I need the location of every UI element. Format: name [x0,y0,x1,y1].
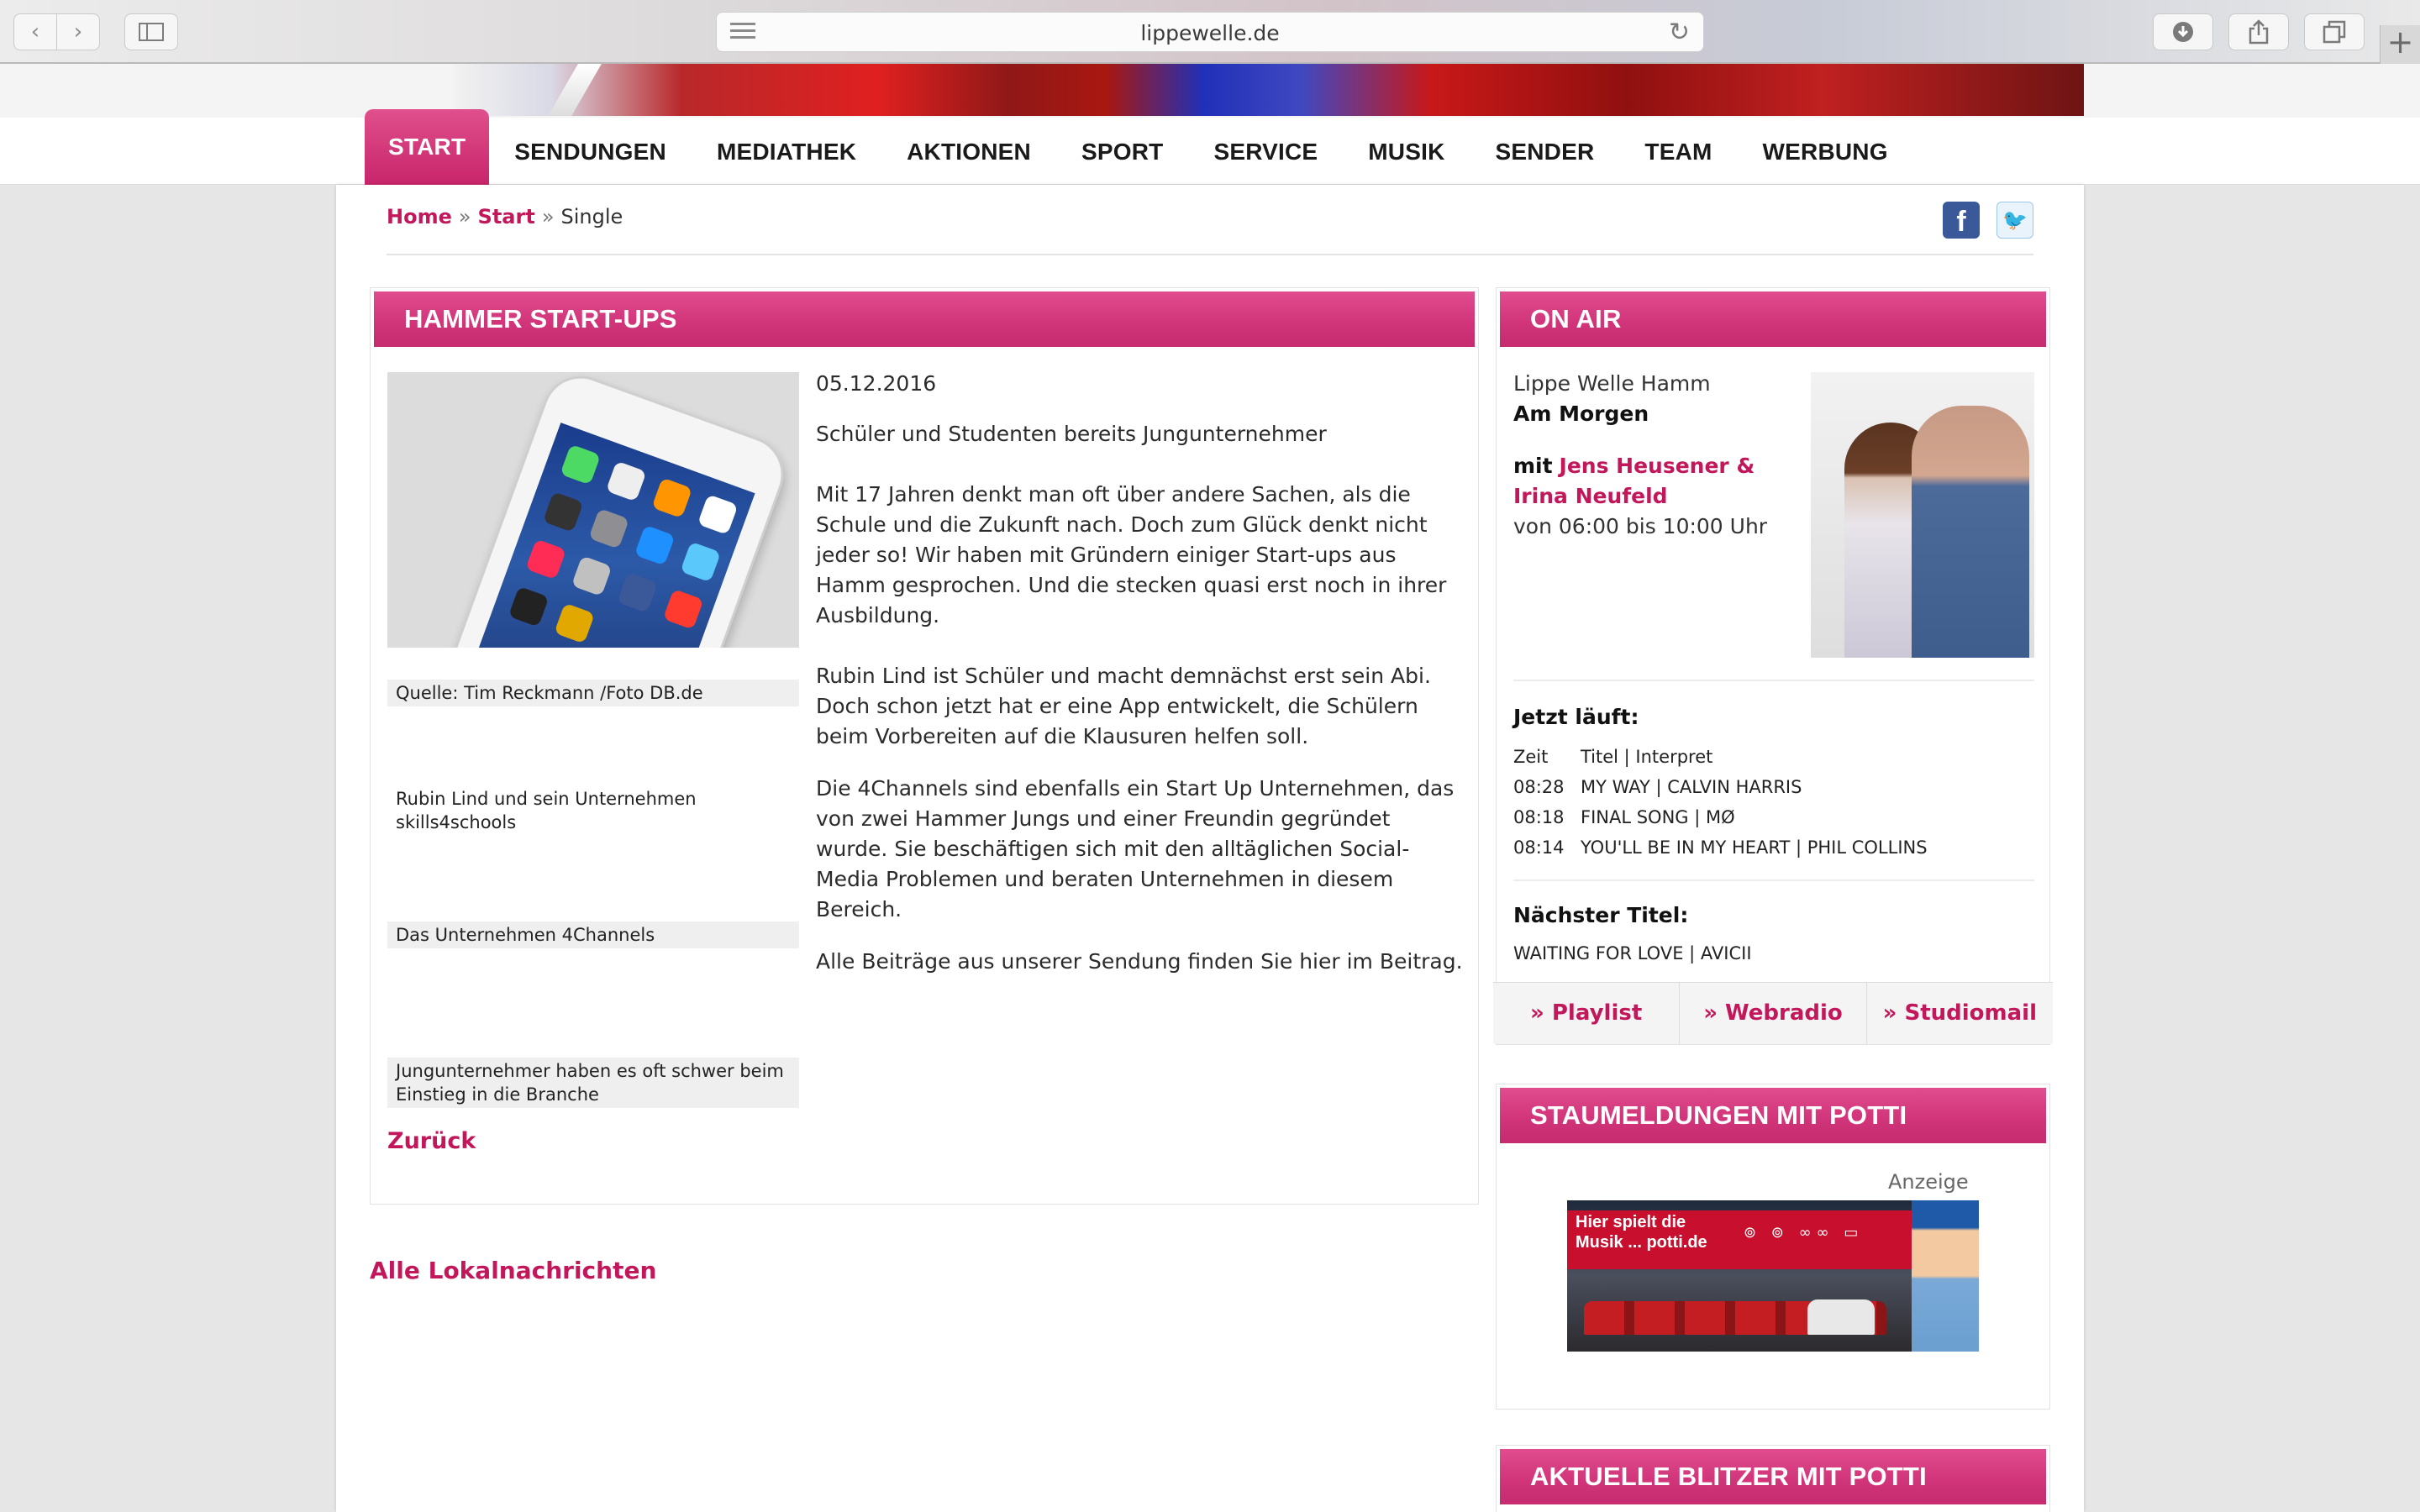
ad-text: Musik ... potti.de [1576,1233,1707,1252]
webradio-link[interactable]: » Webradio [1680,983,1867,1044]
image-caption: Das Unternehmen 4Channels [387,921,799,948]
forward-button[interactable]: › [56,13,100,50]
nav-item-mediathek[interactable]: MEDIATHEK [692,119,881,185]
potti-ad-banner[interactable]: Hier spielt die Musik ... potti.de ⊚ ⊚ ∞∞… [1567,1200,1979,1352]
nav-item-sendungen[interactable]: SENDUNGEN [489,119,692,185]
traffic-title: STAUMELDUNGEN MIT POTTI [1500,1088,2046,1143]
sidebar-toggle-button[interactable] [124,13,178,50]
hosts-photo [1811,372,2034,658]
nav-item-start[interactable]: START [365,109,490,185]
playlist: Zeit Titel | Interpret 08:28 MY WAY | CALV… [1513,742,1928,863]
plus-icon: + [2386,24,2414,60]
traffic-box: STAUMELDUNGEN MIT POTTI Anzeige Hier spi… [1496,1084,2050,1410]
show-name: Am Morgen [1513,402,1649,426]
next-song-label: Nächster Titel: [1513,903,1689,927]
back-button[interactable]: ‹ [13,13,57,50]
article-image[interactable] [387,372,799,648]
page-content: Home»Start»Single f 🐦 HAMMER START-UPS [336,185,2084,1512]
divider [387,254,2033,255]
address-bar[interactable]: lippewelle.de ↻ [716,12,1704,52]
next-song: WAITING FOR LOVE | AVICII [1513,943,1752,963]
image-caption: Jungunternehmer haben es oft schwer beim… [387,1058,799,1108]
nav-item-musik[interactable]: MUSIK [1343,119,1470,185]
breadcrumb-home-link[interactable]: Home [387,205,452,228]
banner-image [454,64,2084,116]
article-date: 05.12.2016 [816,371,937,396]
back-link[interactable]: Zurück [387,1128,476,1154]
breadcrumb-current: Single [560,205,623,228]
playlist-header: Zeit Titel | Interpret [1513,747,1713,767]
playlist-link[interactable]: » Playlist [1493,983,1681,1044]
share-icon [2249,19,2269,45]
show-time: von 06:00 bis 10:00 Uhr [1513,514,1768,538]
divider [1513,680,2034,681]
breadcrumb-separator: » [458,205,471,228]
potti-mascot [1912,1200,1979,1352]
article-subtitle: Schüler und Studenten bereits Junguntern… [816,422,1327,446]
download-icon [2173,22,2193,42]
nav-item-service[interactable]: SERVICE [1188,119,1343,185]
article-box: HAMMER START-UPS Quelle: Tim Reckmann /F… [370,287,1479,1205]
article-paragraph: Die 4Channels sind ebenfalls ein Start U… [816,776,1455,921]
url-text: lippewelle.de [1140,21,1280,45]
speed-camera-box: AKTUELLE BLITZER MIT POTTI [1496,1445,2050,1512]
with-label: mit [1513,454,1553,478]
ad-text: Hier spielt die [1576,1213,1686,1231]
tabs-icon [2323,20,2346,44]
image-caption: Rubin Lind und sein Unternehmen skills4s… [387,785,799,836]
main-navigation: START SENDUNGEN MEDIATHEK AKTIONEN SPORT… [0,109,2420,185]
playlist-row: 08:14 YOU'LL BE IN MY HEART | PHIL COLLIN… [1513,837,1928,858]
playlist-row: 08:28 MY WAY | CALVIN HARRIS [1513,777,1802,797]
divider [1513,879,2034,881]
on-air-title: ON AIR [1500,291,2046,347]
chevron-left-icon: ‹ [30,19,40,45]
studiomail-link[interactable]: » Studiomail [1867,983,2053,1044]
facebook-icon[interactable]: f [1943,202,1980,239]
downloads-button[interactable] [2153,13,2213,50]
on-air-links: » Playlist » Webradio » Studiomail [1493,982,2053,1044]
article-title: HAMMER START-UPS [374,291,1475,347]
twitter-icon[interactable]: 🐦 [1996,202,2033,239]
chevron-right-icon: › [73,19,83,45]
image-caption: Quelle: Tim Reckmann /Foto DB.de [387,680,799,706]
new-tab-button[interactable]: + [2380,25,2420,64]
nav-item-sport[interactable]: SPORT [1056,119,1188,185]
nav-item-aktionen[interactable]: AKTIONEN [881,119,1056,185]
station-name: Lippe Welle Hamm [1513,371,1711,396]
show-info: Lippe Welle Hamm Am Morgen mit Jens Heus… [1513,369,1799,542]
breadcrumb-separator: » [541,205,555,228]
breadcrumb: Home» Start» Single [387,205,623,228]
article-paragraph: Rubin Lind ist Schüler und macht demnäch… [816,664,1431,748]
breadcrumb-start-link[interactable]: Start [478,205,535,228]
share-button[interactable] [2228,13,2289,50]
playlist-row: 08:18 FINAL SONG | MØ [1513,807,1735,827]
sidebar-icon [139,23,164,41]
article-paragraph: Alle Beiträge aus unserer Sendung finden… [816,949,1463,974]
all-news-link[interactable]: Alle Lokalnachrichten [370,1257,656,1284]
nav-item-team[interactable]: TEAM [1619,119,1737,185]
browser-toolbar: ‹ › lippewelle.de ↻ + [0,0,2420,64]
now-playing-label: Jetzt läuft: [1513,705,1639,729]
article-paragraph: Mit 17 Jahren denkt man oft über andere … [816,482,1447,627]
nav-item-werbung[interactable]: WERBUNG [1738,119,1913,185]
on-air-box: ON AIR Lippe Welle Hamm Am Morgen mit Je… [1493,287,2053,1045]
article-body: 05.12.2016 Schüler und Studenten bereits… [816,369,1463,999]
speed-camera-title: AKTUELLE BLITZER MIT POTTI [1500,1449,2046,1504]
car-brand-logos: ⊚ ⊚ ∞∞ ▭ [1744,1224,1864,1242]
nav-item-sender[interactable]: SENDER [1470,119,1620,185]
tab-overview-button[interactable] [2304,13,2365,50]
ad-label: Anzeige [1888,1170,1969,1194]
phone-illustration [434,372,795,648]
reload-icon[interactable]: ↻ [1669,18,1690,47]
